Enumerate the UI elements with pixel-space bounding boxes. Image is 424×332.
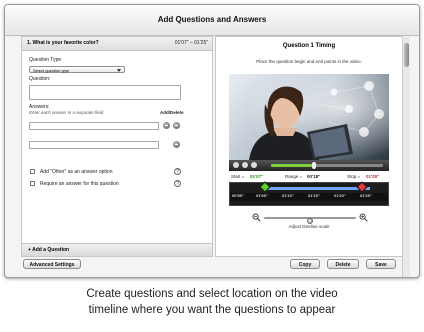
timeline[interactable]: 00'55" 01'05" 01'10" 01'15" 01'20" 01'25… [229,181,389,206]
answer-input-2[interactable] [29,141,159,149]
playback-progress-fill [271,164,314,167]
help-icon[interactable]: ? [174,168,181,175]
question-header[interactable]: 1. What is your favorite color? 01'07" –… [22,37,212,51]
timeline-label: 00'55" [232,193,244,198]
timeline-label: 01'25" [360,193,372,198]
video-controls [229,160,389,171]
require-answer-checkbox[interactable] [30,181,35,186]
playback-progress[interactable] [271,162,383,169]
question-type-label: Question Type [29,57,62,63]
other-option-checkbox[interactable] [30,169,35,174]
question-type-select[interactable]: Select question type [29,66,125,73]
timeline-label: 01'15" [308,193,320,198]
question-time-range: 01'07" – 01'25" [174,40,208,46]
zoom-slider[interactable] [264,217,356,224]
timing-panel: Question 1 Timing Place the question beg… [215,36,403,257]
caption-line-2: timeline where you want the questions to… [88,304,336,316]
forward-icon[interactable] [251,162,257,168]
start-label: Start = [231,174,245,179]
add-delete-label: Add/Delete [160,110,184,115]
stop-marker[interactable] [356,181,368,193]
advanced-settings-button[interactable]: Advanced Settings [23,259,81,269]
question-input[interactable] [29,85,181,100]
question-label: Question: [29,76,51,82]
video-frame-image [229,74,389,160]
start-value: 01'07" [250,174,264,179]
question-editor-panel: 1. What is your favorite color? 01'07" –… [21,36,213,257]
timeline-range-band [264,187,370,190]
dialog-window: Add Questions and Answers 1. What is you… [4,4,420,278]
range-value: 00'18" [307,174,321,179]
chevron-down-icon [117,69,121,72]
play-icon[interactable] [242,162,248,168]
copy-button[interactable]: Copy [290,259,320,269]
stop-label: Stop = [347,174,361,179]
zoom-in-icon[interactable] [359,213,368,222]
caption-line-1: Create questions and select location on … [86,288,338,300]
timeline-label: 01'05" [256,193,268,198]
dialog-title: Add Questions and Answers [5,5,419,36]
add-answer-1-icon[interactable] [173,122,180,129]
require-answer-label: Require an answer for this question [40,181,119,187]
answer-input-1[interactable] [29,122,159,130]
timeline-label: 01'20" [334,193,346,198]
scrollbar[interactable] [402,37,410,277]
stop-value: 01'25" [366,174,380,179]
start-marker[interactable] [259,181,271,193]
playback-scrubber[interactable] [311,162,316,169]
dialog-footer: Advanced Settings Copy Delete Save [5,255,405,277]
rewind-icon[interactable] [233,162,239,168]
save-button[interactable]: Save [366,259,396,269]
scrollbar-thumb[interactable] [404,43,409,67]
timing-instruction: Place the question begin and end points … [256,59,362,64]
timing-title: Question 1 Timing [282,43,336,49]
zoom-out-icon[interactable] [252,213,261,222]
help-icon[interactable]: ? [174,180,181,187]
delete-answer-1-icon[interactable] [163,122,170,129]
question-title: 1. What is your favorite color? [27,40,99,46]
zoom-caption: Adjust timeline scale [288,224,330,229]
answers-hint: Enter each answer in a separate field [29,110,104,115]
caption: Create questions and select location on … [0,286,424,318]
timeline-label: 01'10" [282,193,294,198]
video-player[interactable] [229,74,389,160]
delete-answer-2-icon[interactable] [173,141,180,148]
delete-button[interactable]: Delete [327,259,359,269]
other-option-label: Add "Other" as an answer option [40,169,113,175]
range-readout: Start = 01'07" Range = 00'18" Stop = 01'… [229,172,389,182]
timeline-zoom [252,213,368,224]
range-label: Range = [285,174,303,179]
question-type-value: Select question type [33,68,70,73]
